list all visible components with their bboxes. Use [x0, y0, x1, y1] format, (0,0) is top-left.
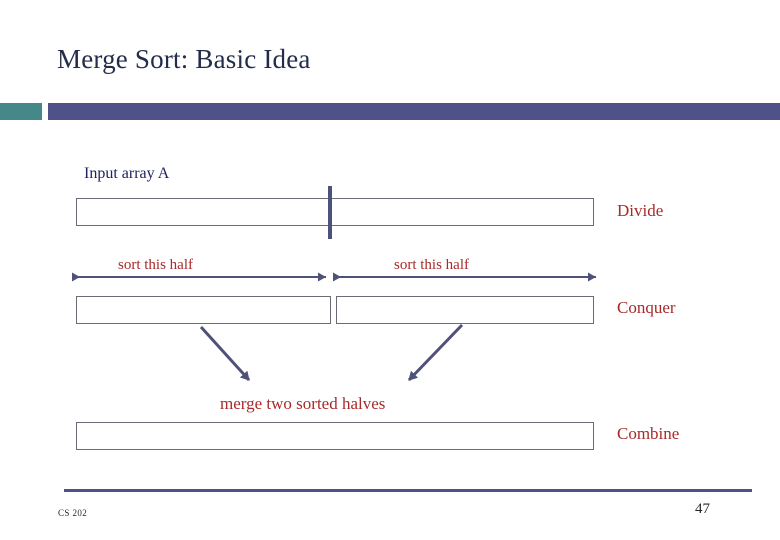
- input-array-box: [76, 198, 594, 226]
- footer-course-label: CS 202: [58, 508, 88, 518]
- sort-right-half-label: sort this half: [394, 257, 469, 273]
- stage-label-divide: Divide: [617, 201, 664, 220]
- stage-label-combine: Combine: [617, 424, 680, 443]
- accent-block-teal: [0, 103, 42, 120]
- merge-halves-label: merge two sorted halves: [220, 394, 386, 413]
- accent-bar-purple: [48, 103, 780, 120]
- merge-arrow-from-left: [199, 325, 251, 382]
- split-divider-line: [328, 186, 332, 239]
- merge-arrow-from-right: [407, 323, 464, 382]
- sort-left-half-label: sort this half: [118, 257, 193, 273]
- left-half-box: [76, 296, 331, 324]
- input-array-label: Input array A: [84, 165, 170, 182]
- right-half-box: [336, 296, 594, 324]
- merged-array-box: [76, 422, 594, 450]
- footer-page-number: 47: [695, 501, 710, 517]
- footer-divider: [64, 489, 752, 492]
- stage-label-conquer: Conquer: [617, 298, 676, 317]
- arrow-layer: [72, 272, 596, 382]
- slide-canvas: Merge Sort: Basic Idea Input array A Div…: [0, 0, 780, 540]
- page-title: Merge Sort: Basic Idea: [57, 44, 311, 74]
